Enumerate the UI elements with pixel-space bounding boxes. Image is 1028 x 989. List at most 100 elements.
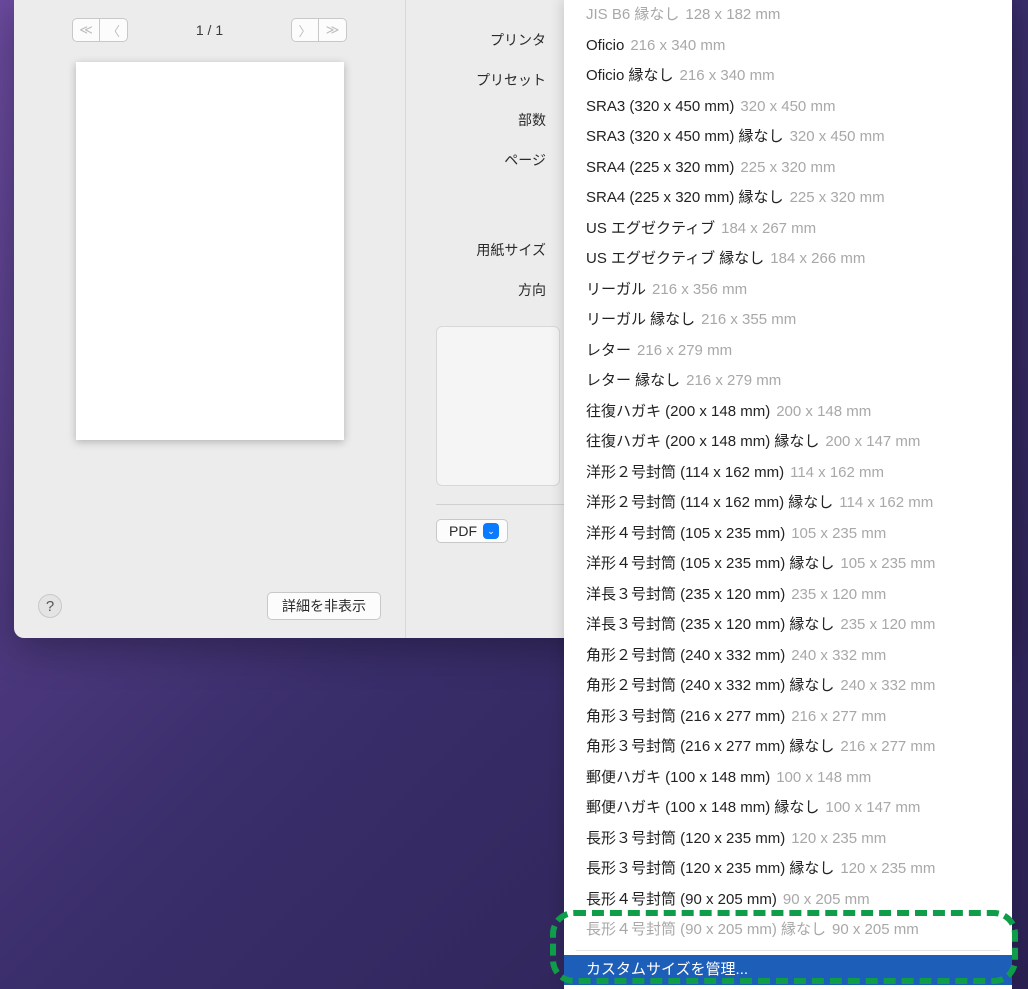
hide-details-button[interactable]: 詳細を非表示 — [267, 592, 381, 620]
option-dimensions: 114 x 162 mm — [839, 492, 933, 515]
paper-size-option[interactable]: 洋形２号封筒 (114 x 162 mm)114 x 162 mm — [564, 458, 1012, 489]
paper-size-option[interactable]: リーガル 216 x 356 mm — [564, 275, 1012, 306]
page-counter: 1 / 1 — [196, 22, 223, 38]
paper-size-option[interactable]: 洋形４号封筒 (105 x 235 mm) 縁なし 105 x 235 mm — [564, 549, 1012, 580]
option-dimensions: 105 x 235 mm — [791, 523, 886, 546]
option-name: 洋形２号封筒 (114 x 162 mm) 縁なし — [586, 492, 833, 515]
paper-size-option[interactable]: 長形４号封筒 (90 x 205 mm) 90 x 205 mm — [564, 885, 1012, 916]
option-dimensions: 216 x 277 mm — [840, 736, 935, 759]
option-dimensions: 90 x 205 mm — [783, 889, 870, 912]
pager-prev-group: ≪ 〈 — [72, 18, 128, 42]
paper-size-option[interactable]: SRA3 (320 x 450 mm) 320 x 450 mm — [564, 92, 1012, 123]
option-name: 往復ハガキ (200 x 148 mm) — [586, 401, 770, 424]
paper-size-option[interactable]: 往復ハガキ (200 x 148 mm)200 x 148 mm — [564, 397, 1012, 428]
manage-custom-sizes[interactable]: カスタムサイズを管理... — [564, 955, 1012, 986]
option-name: 洋形４号封筒 (105 x 235 mm) 縁なし — [586, 553, 834, 576]
paper-size-option[interactable]: 長形３号封筒 (120 x 235 mm) 縁なし120 x 235 mm — [564, 854, 1012, 885]
options-box — [436, 326, 560, 486]
paper-size-option[interactable]: SRA4 (225 x 320 mm) 縁なし225 x 320 mm — [564, 183, 1012, 214]
option-dimensions: 216 x 355 mm — [701, 309, 796, 332]
paper-size-option[interactable]: US エグゼクティブ 184 x 267 mm — [564, 214, 1012, 245]
chevron-down-icon: ⌄ — [483, 523, 499, 539]
paper-size-option[interactable]: 洋長３号封筒 (235 x 120 mm) 縁なし 235 x 120 mm — [564, 610, 1012, 641]
option-dimensions: 240 x 332 mm — [791, 645, 886, 668]
option-name: SRA3 (320 x 450 mm) 縁なし — [586, 126, 784, 149]
paper-size-option[interactable]: レター216 x 279 mm — [564, 336, 1012, 367]
copies-label: 部数 — [406, 110, 558, 130]
option-dimensions: 105 x 235 mm — [840, 553, 935, 576]
option-name: 長形４号封筒 (90 x 205 mm) — [586, 889, 777, 912]
option-name: 角形２号封筒 (240 x 332 mm) — [586, 645, 785, 668]
pager-row: ≪ 〈 1 / 1 〉 ≫ — [38, 18, 381, 42]
option-name: SRA3 (320 x 450 mm) — [586, 96, 734, 119]
paper-size-option[interactable]: 往復ハガキ (200 x 148 mm) 縁なし200 x 147 mm — [564, 427, 1012, 458]
option-name: 角形３号封筒 (216 x 277 mm) — [586, 706, 785, 729]
prev-page-button[interactable]: 〈 — [100, 18, 128, 42]
first-page-button[interactable]: ≪ — [72, 18, 100, 42]
last-page-button[interactable]: ≫ — [319, 18, 347, 42]
paper-size-option[interactable]: レター 縁なし216 x 279 mm — [564, 366, 1012, 397]
preset-label: プリセット — [406, 70, 558, 90]
option-dimensions: 216 x 277 mm — [791, 706, 886, 729]
paper-size-option[interactable]: 洋形２号封筒 (114 x 162 mm) 縁なし 114 x 162 mm — [564, 488, 1012, 519]
option-name: US エグゼクティブ 縁なし — [586, 248, 764, 271]
option-dimensions: 320 x 450 mm — [740, 96, 835, 119]
paper-size-option[interactable]: Oficio 縁なし216 x 340 mm — [564, 61, 1012, 92]
option-name: カスタムサイズを管理... — [586, 959, 748, 982]
option-name: レター 縁なし — [586, 370, 680, 393]
option-dimensions: 100 x 148 mm — [776, 767, 871, 790]
option-dimensions: 225 x 320 mm — [740, 157, 835, 180]
paper-size-label: 用紙サイズ — [406, 240, 558, 260]
paper-size-option[interactable]: 長形３号封筒 (120 x 235 mm)120 x 235 mm — [564, 824, 1012, 855]
option-dimensions: 216 x 340 mm — [680, 65, 775, 88]
option-name: リーガル — [586, 279, 646, 302]
paper-size-option[interactable]: US エグゼクティブ 縁なし 184 x 266 mm — [564, 244, 1012, 275]
pdf-dropdown-button[interactable]: PDF ⌄ — [436, 519, 508, 543]
option-name: 洋長３号封筒 (235 x 120 mm) 縁なし — [586, 614, 834, 637]
option-name: レター — [586, 340, 631, 363]
bottom-row: ? 詳細を非表示 — [38, 574, 381, 620]
option-dimensions: 184 x 266 mm — [770, 248, 865, 271]
option-name: 長形３号封筒 (120 x 235 mm) 縁なし — [586, 858, 834, 881]
menu-separator — [576, 950, 1000, 951]
paper-size-option[interactable]: Oficio216 x 340 mm — [564, 31, 1012, 62]
paper-size-option[interactable]: 郵便ハガキ (100 x 148 mm) 100 x 148 mm — [564, 763, 1012, 794]
paper-size-option[interactable]: 角形２号封筒 (240 x 332 mm) 縁なし 240 x 332 mm — [564, 671, 1012, 702]
option-dimensions: 216 x 356 mm — [652, 279, 747, 302]
help-button[interactable]: ? — [38, 594, 62, 618]
option-name: US エグゼクティブ — [586, 218, 715, 241]
next-page-button[interactable]: 〉 — [291, 18, 319, 42]
paper-size-option[interactable]: 角形３号封筒 (216 x 277 mm) 216 x 277 mm — [564, 702, 1012, 733]
page-preview — [76, 62, 344, 440]
paper-size-option[interactable]: 郵便ハガキ (100 x 148 mm) 縁なし100 x 147 mm — [564, 793, 1012, 824]
option-name: 洋形２号封筒 (114 x 162 mm) — [586, 462, 784, 485]
option-name: リーガル 縁なし — [586, 309, 695, 332]
option-dimensions: 184 x 267 mm — [721, 218, 816, 241]
paper-size-option[interactable]: 洋長３号封筒 (235 x 120 mm)235 x 120 mm — [564, 580, 1012, 611]
printer-label: プリンタ — [406, 30, 558, 50]
paper-size-option[interactable]: 長形４号封筒 (90 x 205 mm) 縁なし 90 x 205 mm — [564, 915, 1012, 946]
option-dimensions: 200 x 147 mm — [825, 431, 920, 454]
option-name: 角形３号封筒 (216 x 277 mm) 縁なし — [586, 736, 834, 759]
option-dimensions: 320 x 450 mm — [790, 126, 885, 149]
pdf-label: PDF — [449, 523, 477, 539]
option-dimensions: 235 x 120 mm — [840, 614, 935, 637]
option-name: 郵便ハガキ (100 x 148 mm) — [586, 767, 770, 790]
option-dimensions: 100 x 147 mm — [825, 797, 920, 820]
paper-size-option[interactable]: 角形３号封筒 (216 x 277 mm) 縁なし 216 x 277 mm — [564, 732, 1012, 763]
paper-size-option[interactable]: SRA3 (320 x 450 mm) 縁なし 320 x 450 mm — [564, 122, 1012, 153]
paper-size-option[interactable]: SRA4 (225 x 320 mm)225 x 320 mm — [564, 153, 1012, 184]
paper-size-option[interactable]: 角形２号封筒 (240 x 332 mm) 240 x 332 mm — [564, 641, 1012, 672]
paper-size-option[interactable]: JIS B6 縁なし128 x 182 mm — [564, 0, 1012, 31]
option-name: 長形４号封筒 (90 x 205 mm) 縁なし — [586, 919, 826, 942]
option-dimensions: 90 x 205 mm — [832, 919, 919, 942]
paper-size-menu[interactable]: JIS B6 縁なし128 x 182 mmOficio216 x 340 mm… — [564, 0, 1012, 989]
option-name: 角形２号封筒 (240 x 332 mm) 縁なし — [586, 675, 834, 698]
option-name: SRA4 (225 x 320 mm) 縁なし — [586, 187, 784, 210]
option-name: 洋長３号封筒 (235 x 120 mm) — [586, 584, 785, 607]
paper-size-option[interactable]: 洋形４号封筒 (105 x 235 mm)105 x 235 mm — [564, 519, 1012, 550]
option-dimensions: 240 x 332 mm — [840, 675, 935, 698]
orientation-label: 方向 — [406, 280, 558, 300]
paper-size-option[interactable]: リーガル 縁なし 216 x 355 mm — [564, 305, 1012, 336]
option-dimensions: 128 x 182 mm — [685, 4, 780, 27]
